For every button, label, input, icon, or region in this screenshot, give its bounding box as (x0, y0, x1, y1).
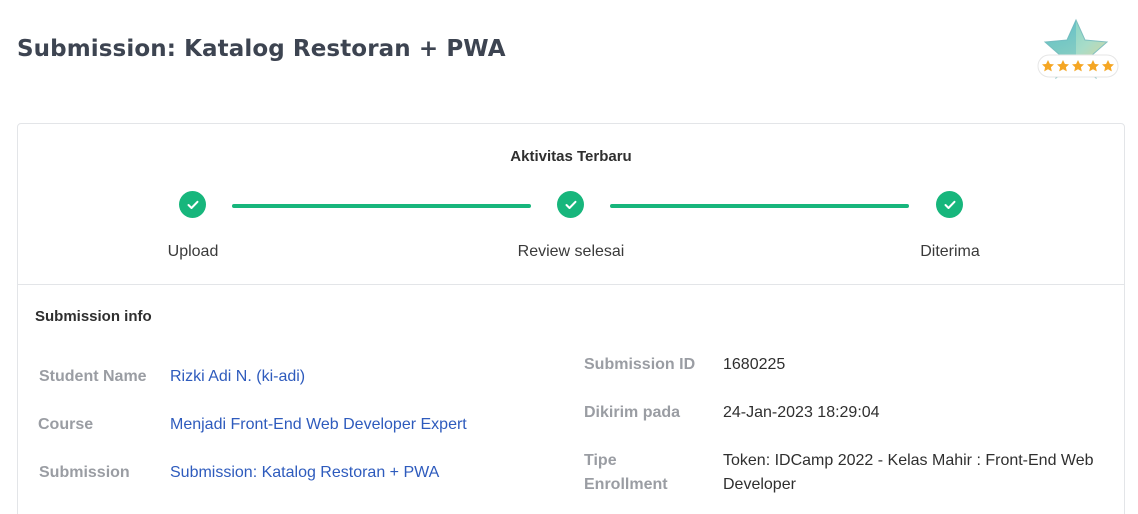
star-rating-badge-icon (1036, 18, 1120, 86)
submission-link[interactable]: Submission: Katalog Restoran + PWA (170, 461, 439, 485)
progress-line-2 (610, 204, 909, 208)
submission-id-value: 1680225 (723, 356, 786, 373)
step-label-upload: Upload (167, 243, 219, 260)
page-title: Submission: Katalog Restoran + PWA (17, 36, 506, 62)
enrollment-type-label-line2: Enrollment (584, 476, 668, 493)
submission-id-label: Submission ID (584, 356, 696, 373)
sent-at-label: Dikirim pada (584, 404, 681, 421)
student-name-link[interactable]: Rizki Adi N. (ki-adi) (170, 365, 305, 389)
step-upload-check-icon (179, 191, 206, 218)
submission-label: Submission (39, 464, 130, 481)
sent-at-value: 24-Jan-2023 18:29:04 (723, 404, 880, 421)
course-link[interactable]: Menjadi Front-End Web Developer Expert (170, 413, 467, 437)
step-label-review: Review selesai (517, 243, 625, 260)
submission-page: Submission: Katalog Restoran + PWA Aktiv… (0, 0, 1138, 514)
step-review-check-icon (557, 191, 584, 218)
progress-line-1 (232, 204, 531, 208)
step-label-accepted: Diterima (920, 243, 980, 260)
submission-info-title: Submission info (35, 308, 152, 325)
submission-card: Aktivitas Terbaru Upload Review selesai … (17, 123, 1125, 514)
step-accepted-check-icon (936, 191, 963, 218)
enrollment-type-value-line1: Token: IDCamp 2022 - Kelas Mahir : Front… (723, 452, 1094, 469)
course-label: Course (38, 416, 94, 433)
activity-progress: Aktivitas Terbaru Upload Review selesai … (18, 124, 1124, 285)
activity-title: Aktivitas Terbaru (510, 148, 632, 165)
student-name-label: Student Name (39, 368, 147, 385)
enrollment-type-label-line1: Tipe (584, 452, 617, 469)
enrollment-type-value-line2: Developer (723, 476, 796, 493)
